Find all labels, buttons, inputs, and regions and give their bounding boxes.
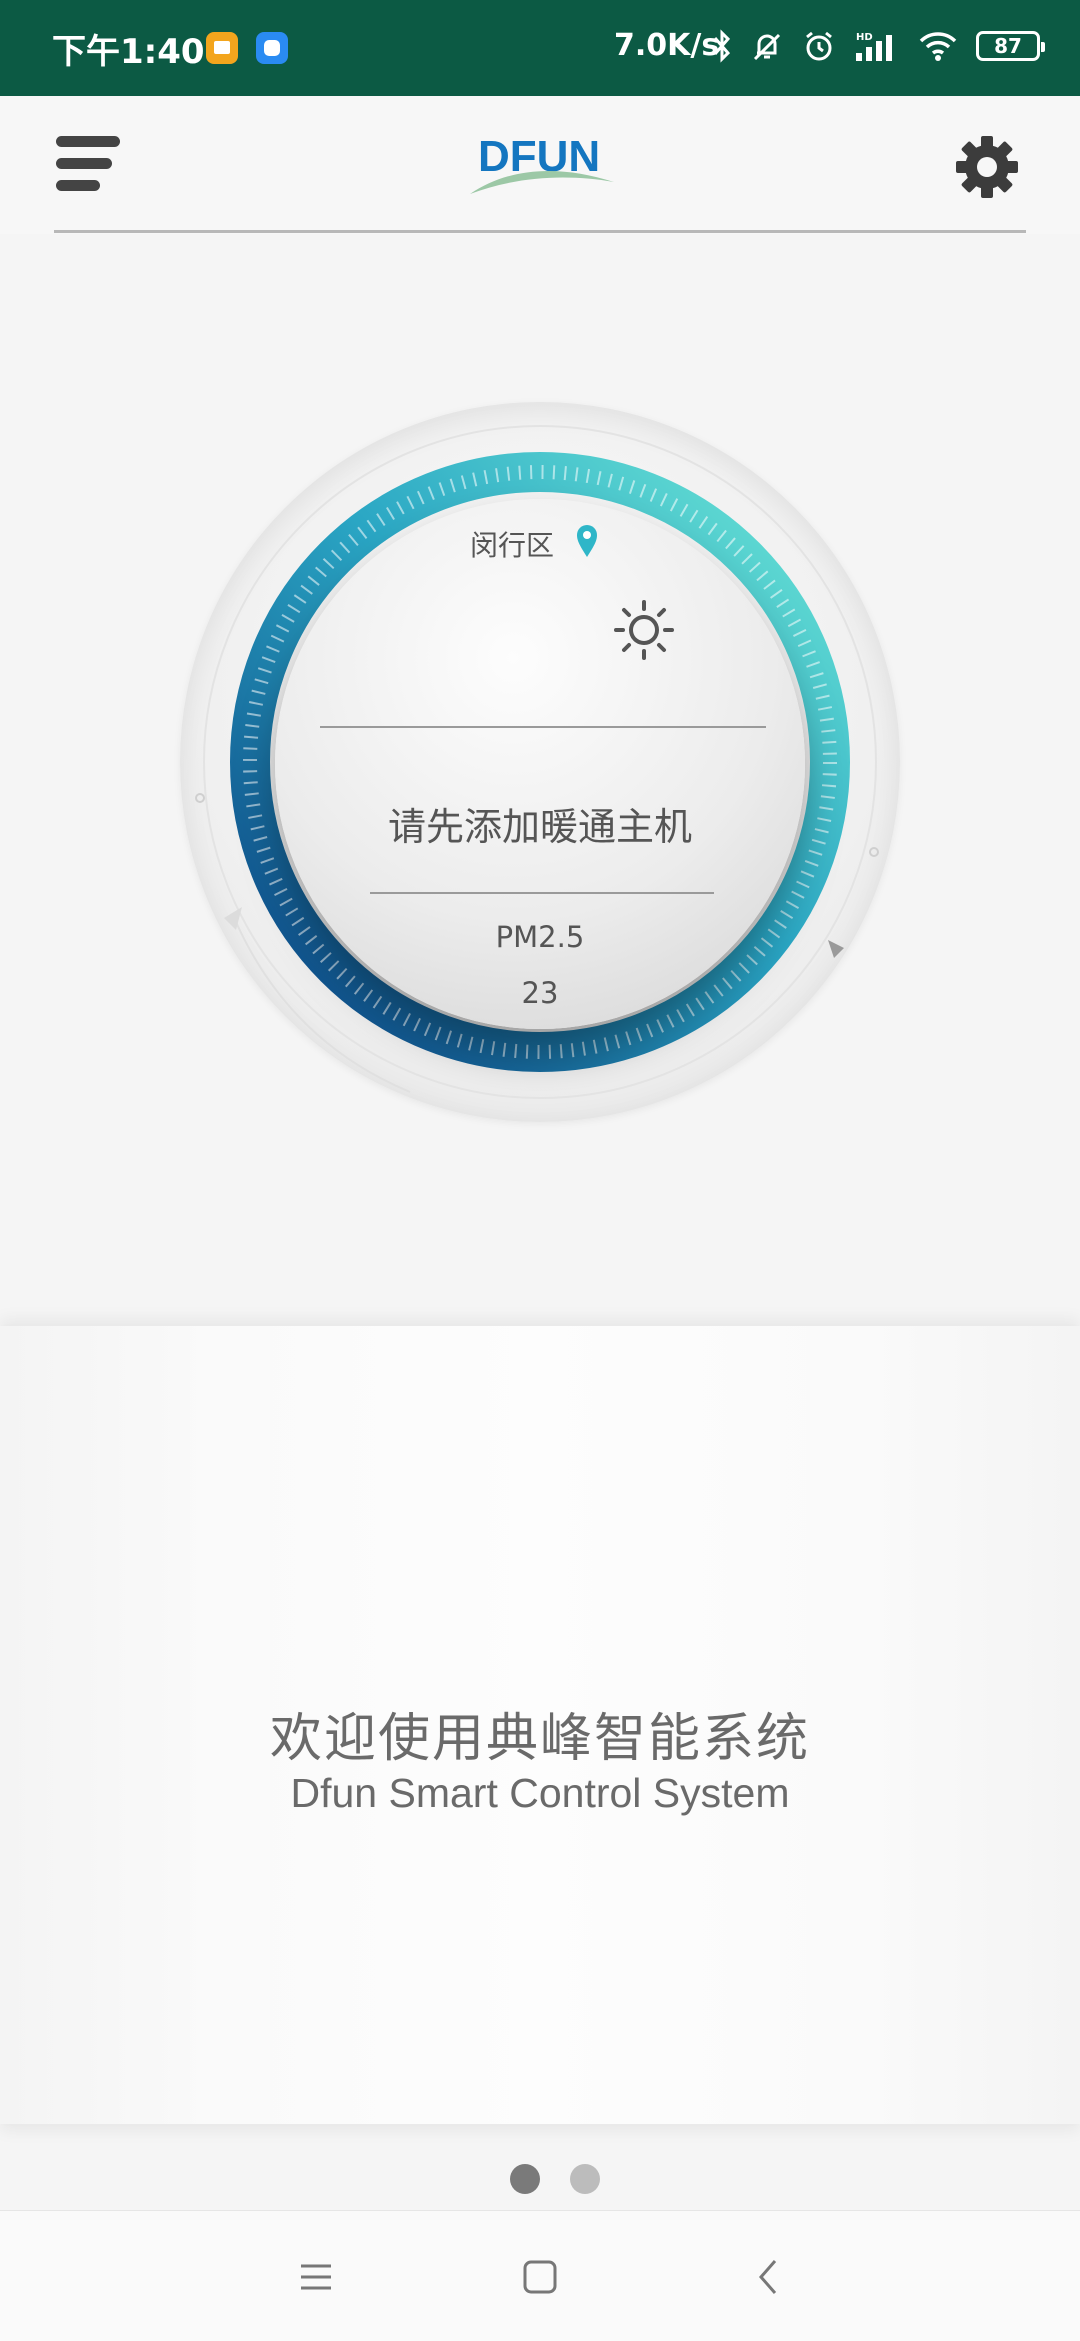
header-divider (54, 230, 1026, 233)
hd-signal-icon: HD (856, 32, 892, 61)
battery-icon: 87 (976, 31, 1045, 61)
welcome-title-en: Dfun Smart Control System (290, 1770, 790, 1816)
back-nav-icon[interactable] (738, 2247, 798, 2307)
notification-app-icon (206, 32, 238, 64)
face-divider-bottom (370, 892, 714, 894)
page-indicator-1[interactable] (510, 2164, 540, 2194)
sun-icon (614, 600, 674, 660)
home-nav-icon[interactable] (510, 2247, 570, 2307)
network-speed: 7.0K/s (614, 28, 720, 63)
face-divider-top (320, 726, 766, 728)
menu-nav-icon[interactable] (286, 2247, 346, 2307)
notification-app2-icon (256, 32, 288, 64)
status-icons: HD 87 (712, 26, 1045, 66)
wifi-icon (919, 32, 957, 61)
bluetooth-icon (713, 29, 731, 63)
dfun-logo: DFUN (468, 132, 618, 196)
battery-level: 87 (994, 34, 1022, 58)
mute-bell-icon (753, 33, 781, 61)
pm25-value: 23 (521, 976, 559, 1010)
alarm-icon (806, 31, 832, 61)
pm25-label: PM2.5 (495, 920, 585, 954)
add-host-notice[interactable]: 请先添加暖通主机 (180, 796, 900, 851)
status-time: 下午1:40 (52, 32, 205, 72)
svg-text:HD: HD (856, 32, 873, 43)
gear-icon[interactable] (954, 134, 1020, 200)
welcome-title-cn: 欢迎使用典峰智能系统 (269, 1709, 810, 1769)
page-indicator-2[interactable] (570, 2164, 600, 2194)
climate-dial[interactable]: 闵行区 请先添加暖通主机 PM2.5 23 (180, 402, 900, 1122)
location-label: 闵行区 (470, 529, 555, 562)
system-nav-bar (0, 2210, 1080, 2341)
status-bar: 下午1:40 7.0K/s HD 87 (0, 0, 1080, 96)
welcome-panel[interactable]: 欢迎使用典峰智能系统 Dfun Smart Control System (0, 1326, 1080, 2124)
app-header: DFUN (0, 96, 1080, 234)
location-pin-icon (577, 525, 597, 557)
menu-icon[interactable] (56, 136, 120, 192)
